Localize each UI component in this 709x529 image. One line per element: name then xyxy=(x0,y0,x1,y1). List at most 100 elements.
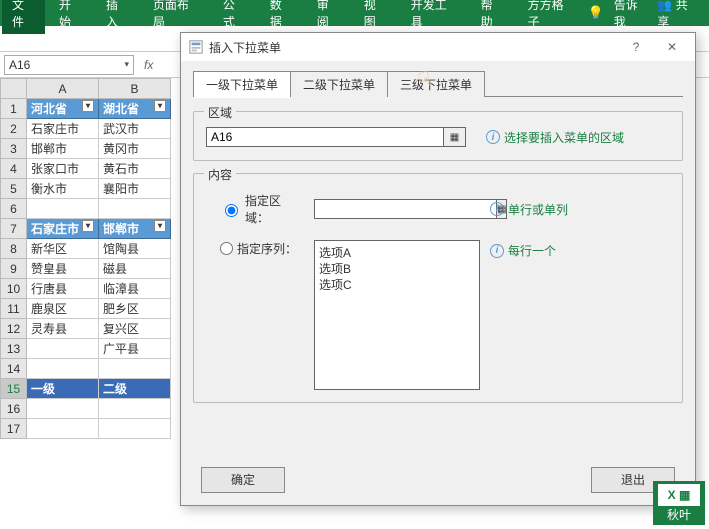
dialog-titlebar[interactable]: 插入下拉菜单 ? ✕ xyxy=(181,33,695,61)
row-header[interactable]: 16 xyxy=(1,399,27,419)
cell[interactable]: 石家庄市 xyxy=(27,119,99,139)
row-header[interactable]: 15 xyxy=(1,379,27,399)
row-header[interactable]: 1 xyxy=(1,99,27,119)
cell[interactable]: 武汉市 xyxy=(99,119,171,139)
cell[interactable] xyxy=(27,359,99,379)
dialog-help-button[interactable]: ? xyxy=(621,40,651,54)
ribbon-tab-insert[interactable]: 插入 xyxy=(96,0,139,34)
filter-dropdown-icon[interactable]: ▾ xyxy=(82,220,94,232)
cell[interactable]: 灵寿县 xyxy=(27,319,99,339)
ribbon-tab-dev[interactable]: 开发工具 xyxy=(401,0,467,34)
cell[interactable] xyxy=(99,419,171,439)
row-header[interactable]: 11 xyxy=(1,299,27,319)
tab-level1[interactable]: 一级下拉菜单 xyxy=(193,71,291,97)
content-group: 内容 指定区域： ▦ i 单行或单列 指定序列： xyxy=(193,173,683,403)
ribbon-tab-formula[interactable]: 公式 xyxy=(213,0,256,34)
ribbon-tab-home[interactable]: 开始 xyxy=(49,0,92,34)
tellme-label[interactable]: 告诉我 xyxy=(614,0,648,30)
ok-button[interactable]: 确定 xyxy=(201,467,285,493)
select-all-corner[interactable] xyxy=(1,79,27,99)
tab-level3[interactable]: 三级下拉菜单 xyxy=(387,71,485,97)
cell[interactable]: 石家庄市▾ xyxy=(27,219,99,239)
cell[interactable] xyxy=(27,399,99,419)
row-header[interactable]: 10 xyxy=(1,279,27,299)
cell[interactable]: 鹿泉区 xyxy=(27,299,99,319)
ribbon-tab-view[interactable]: 视图 xyxy=(354,0,397,34)
cell[interactable]: 湖北省▾ xyxy=(99,99,171,119)
region-input[interactable] xyxy=(206,127,444,147)
range-picker-icon[interactable]: ▦ xyxy=(444,127,466,147)
row-header[interactable]: 17 xyxy=(1,419,27,439)
cell[interactable]: 二级 xyxy=(99,379,171,399)
cell[interactable] xyxy=(27,419,99,439)
filter-dropdown-icon[interactable]: ▾ xyxy=(82,100,94,112)
cell[interactable] xyxy=(27,199,99,219)
cell[interactable]: 馆陶县 xyxy=(99,239,171,259)
col-header-a[interactable]: A xyxy=(27,79,99,99)
series-textarea[interactable]: 选项A选项B选项C xyxy=(314,240,480,390)
cell[interactable]: 河北省▾ xyxy=(27,99,99,119)
cell[interactable]: 复兴区 xyxy=(99,319,171,339)
cell[interactable]: 邯郸市 xyxy=(27,139,99,159)
ribbon-tab-fangfang[interactable]: 方方格子 xyxy=(518,0,584,34)
filter-dropdown-icon[interactable]: ▾ xyxy=(154,100,166,112)
region-group-title: 区域 xyxy=(204,104,236,121)
share-icon[interactable]: 👥 共享 xyxy=(657,0,697,30)
cell[interactable]: 张家口市 xyxy=(27,159,99,179)
row-header[interactable]: 9 xyxy=(1,259,27,279)
cell[interactable]: 黄石市 xyxy=(99,159,171,179)
brand-watermark: X ▦ 秋叶 xyxy=(653,481,705,525)
cell[interactable] xyxy=(99,359,171,379)
content-group-title: 内容 xyxy=(204,166,236,183)
dialog-title: 插入下拉菜单 xyxy=(209,39,615,56)
fx-icon[interactable]: fx xyxy=(138,58,159,72)
ribbon-tab-data[interactable]: 数据 xyxy=(260,0,303,34)
area-input[interactable] xyxy=(314,199,497,219)
filter-dropdown-icon[interactable]: ▾ xyxy=(154,220,166,232)
dialog-button-bar: 确定 退出 xyxy=(181,457,695,505)
radio-series-label[interactable]: 指定序列： xyxy=(220,240,304,257)
cell[interactable]: 黄冈市 xyxy=(99,139,171,159)
cell[interactable] xyxy=(99,199,171,219)
ribbon-tab-review[interactable]: 审阅 xyxy=(307,0,350,34)
tab-level2[interactable]: 二级下拉菜单 xyxy=(290,71,388,97)
row-header[interactable]: 7 xyxy=(1,219,27,239)
radio-area[interactable] xyxy=(225,204,238,217)
row-header[interactable]: 13 xyxy=(1,339,27,359)
cell[interactable]: 赞皇县 xyxy=(27,259,99,279)
info-icon: i xyxy=(490,244,504,258)
name-box[interactable]: A16 ▾ xyxy=(4,55,134,75)
cell[interactable]: 衡水市 xyxy=(27,179,99,199)
row-header[interactable]: 3 xyxy=(1,139,27,159)
ribbon-tab-file[interactable]: 文件 xyxy=(2,0,45,34)
row-header[interactable]: 8 xyxy=(1,239,27,259)
cell[interactable]: 广平县 xyxy=(99,339,171,359)
cell[interactable]: 行唐县 xyxy=(27,279,99,299)
excel-icon: X ▦ xyxy=(657,483,701,507)
series-hint: i 每行一个 xyxy=(490,242,556,259)
row-header[interactable]: 2 xyxy=(1,119,27,139)
row-header[interactable]: 12 xyxy=(1,319,27,339)
form-icon xyxy=(189,40,203,54)
row-header[interactable]: 5 xyxy=(1,179,27,199)
dialog-close-button[interactable]: ✕ xyxy=(657,40,687,54)
row-header[interactable]: 6 xyxy=(1,199,27,219)
cell[interactable] xyxy=(99,399,171,419)
cell[interactable] xyxy=(27,339,99,359)
ribbon-tab-help[interactable]: 帮助 xyxy=(471,0,514,34)
cell[interactable]: 肥乡区 xyxy=(99,299,171,319)
row-header[interactable]: 4 xyxy=(1,159,27,179)
cell[interactable]: 新华区 xyxy=(27,239,99,259)
radio-area-label[interactable]: 指定区域： xyxy=(220,192,304,226)
row-header[interactable]: 14 xyxy=(1,359,27,379)
cell[interactable]: 一级 xyxy=(27,379,99,399)
ribbon-tab-pagelayout[interactable]: 页面布局 xyxy=(143,0,209,34)
lightbulb-icon: 💡 xyxy=(588,5,604,21)
cell[interactable]: 襄阳市 xyxy=(99,179,171,199)
radio-series[interactable] xyxy=(220,242,233,255)
cell[interactable]: 磁县 xyxy=(99,259,171,279)
col-header-b[interactable]: B xyxy=(99,79,171,99)
cell[interactable]: 邯郸市▾ xyxy=(99,219,171,239)
insert-dropdown-dialog: 插入下拉菜单 ? ✕ 一级下拉菜单 二级下拉菜单 三级下拉菜单 ☟ 区域 ▦ i… xyxy=(180,32,696,506)
cell[interactable]: 临漳县 xyxy=(99,279,171,299)
